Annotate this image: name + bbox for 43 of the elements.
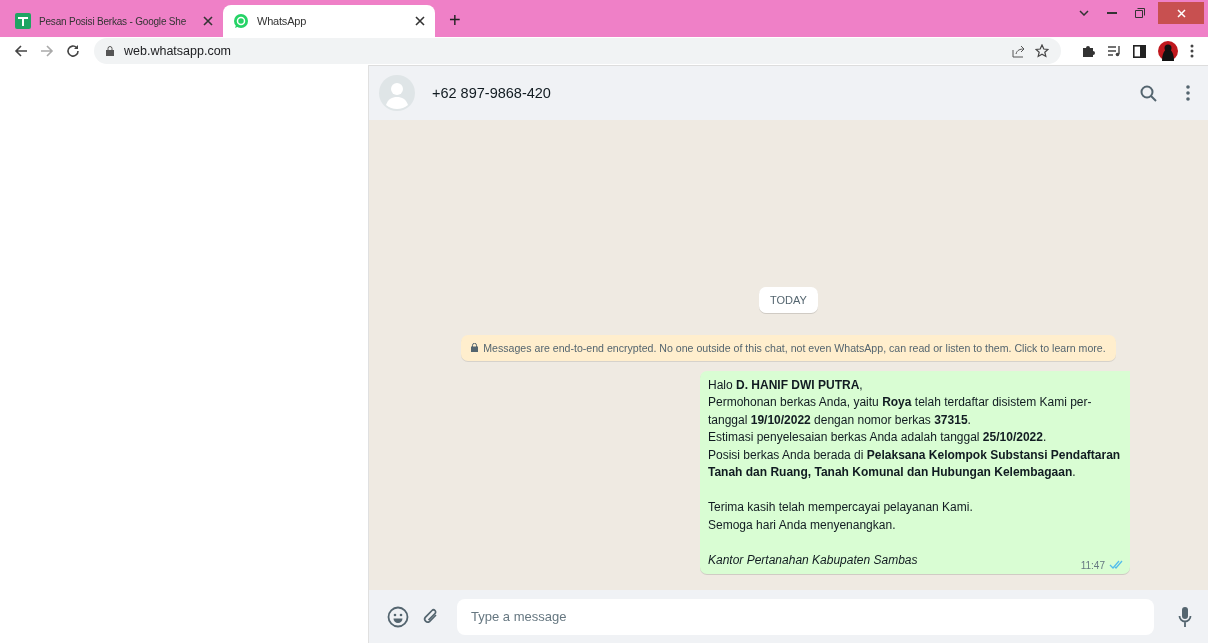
message-line: Halo D. HANIF DWI PUTRA, [708, 376, 864, 394]
message-line: Permohonan berkas Anda, yaitu Roya telah terdaftar disistem Kami per- [708, 394, 1093, 411]
new-tab-button[interactable]: + [445, 9, 465, 32]
notice-text: Messages are end-to-end encrypted. No one outside of this chat, not even WhatsApp, can read or listen to them. Click to learn more. [483, 341, 1106, 354]
lock-icon [106, 46, 114, 56]
message-line: Estimasi penyelesaian berkas Anda adalah tanggal 25/10/2022. [708, 429, 1048, 446]
date-chip: TODAY [759, 286, 818, 313]
message-line: Posisi berkas Anda berada di Pelaksana Kelompok Substansi Pendaftaran [708, 446, 1122, 464]
playlist-icon[interactable] [1107, 45, 1121, 57]
menu-icon[interactable] [1186, 85, 1190, 101]
message-line: Tanah dan Ruang, Tanah Komunal dan Hubungan Kelembagaan. [708, 464, 1077, 481]
reload-icon[interactable] [66, 44, 80, 58]
close-icon[interactable] [203, 16, 213, 26]
tab-title: WhatsApp [257, 15, 308, 27]
message-line: Terima kasih telah mempercayai pelayanan Kami. [708, 499, 974, 516]
chat-bubble-icon [233, 13, 249, 29]
message-time: 11:47 [1080, 560, 1105, 572]
profile-avatar-icon[interactable] [1158, 41, 1178, 61]
browser-tab[interactable]: Pesan Posisi Berkas - Google She [5, 5, 223, 37]
message-line: Semoga hari Anda menyenangkan. [708, 516, 897, 534]
menu-icon[interactable] [1190, 44, 1194, 58]
lock-icon [471, 343, 479, 352]
puzzle-piece-icon[interactable] [1081, 44, 1095, 58]
url-text: web.whatsapp.com [124, 44, 232, 58]
close-icon[interactable] [415, 16, 425, 26]
message-signature: Kantor Pertanahan Kabupaten Sambas [708, 551, 919, 569]
smiley-icon[interactable] [387, 605, 409, 628]
restore-icon[interactable] [1135, 8, 1145, 18]
message-line: tanggal 19/10/2022 dengan nomor berkas 37315. [708, 411, 972, 429]
spreadsheet-icon [15, 13, 31, 29]
tab-title: Pesan Posisi Berkas - Google She [39, 15, 187, 27]
encryption-notice[interactable]: Messages are end-to-end encrypted. No one outside of this chat, not even WhatsApp, can read or listen to them. Click to learn more. [461, 334, 1116, 361]
share-icon[interactable] [1012, 44, 1025, 58]
star-icon[interactable] [1035, 44, 1049, 58]
search-icon[interactable] [1140, 84, 1157, 102]
chevron-down-icon[interactable] [1079, 10, 1089, 16]
back-arrow-icon[interactable] [14, 44, 28, 58]
message-input[interactable]: Type a message [457, 598, 1154, 635]
browser-tab[interactable]: WhatsApp [223, 5, 435, 37]
close-icon [1176, 8, 1186, 18]
side-panel-icon[interactable] [1133, 44, 1146, 58]
address-bar[interactable]: web.whatsapp.com [94, 38, 1061, 64]
microphone-icon[interactable] [1178, 605, 1192, 628]
